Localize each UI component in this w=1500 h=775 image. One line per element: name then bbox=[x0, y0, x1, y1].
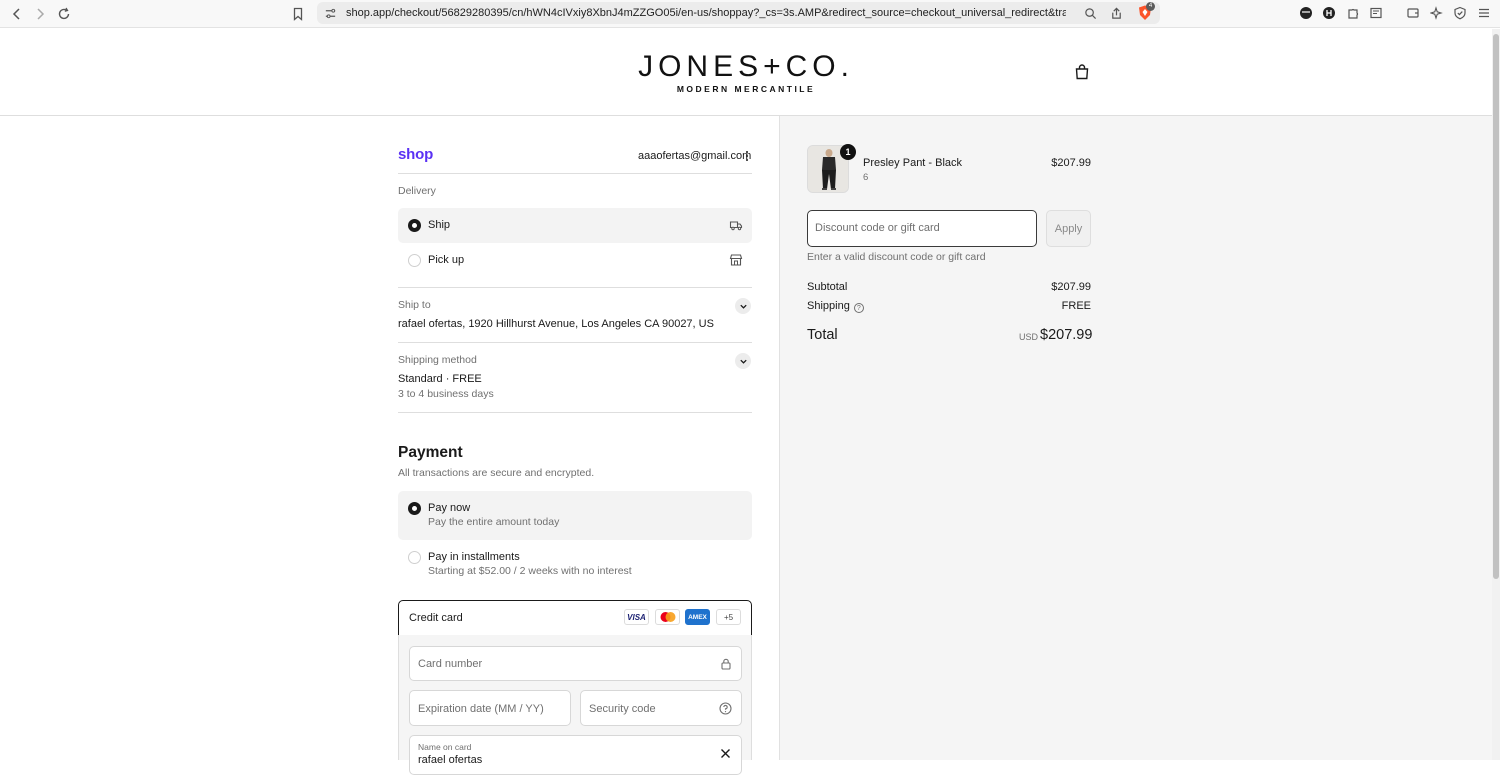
product-variant: 6 bbox=[863, 172, 869, 183]
delivery-label: Delivery bbox=[398, 185, 436, 197]
shield-badge: 4 bbox=[1146, 2, 1155, 11]
reload-icon[interactable] bbox=[53, 3, 75, 25]
visa-icon: VISA bbox=[624, 609, 649, 625]
clear-icon[interactable] bbox=[720, 748, 731, 759]
forward-icon[interactable] bbox=[29, 3, 51, 25]
scrollbar-thumb[interactable] bbox=[1493, 34, 1499, 579]
store-icon bbox=[729, 254, 743, 266]
leo-ai-icon[interactable] bbox=[1428, 4, 1446, 22]
ship-to-address: rafael ofertas, 1920 Hillhurst Avenue, L… bbox=[398, 318, 714, 330]
shipping-method-expand-button[interactable] bbox=[735, 353, 751, 369]
discount-code-placeholder: Discount code or gift card bbox=[815, 222, 940, 234]
product-price: $207.99 bbox=[1051, 157, 1091, 169]
total-value: $207.99 bbox=[1040, 327, 1093, 343]
name-on-card-label: Name on card bbox=[418, 742, 472, 752]
extensions-puzzle-icon[interactable] bbox=[1344, 4, 1362, 22]
card-number-placeholder: Card number bbox=[418, 658, 483, 670]
back-icon[interactable] bbox=[6, 3, 28, 25]
subtotal-label: Subtotal bbox=[807, 281, 848, 293]
installments-label: Pay in installments bbox=[428, 551, 520, 563]
store-logo[interactable]: JONES+CO. bbox=[0, 50, 1492, 84]
bookmark-icon[interactable] bbox=[287, 3, 309, 25]
share-icon[interactable] bbox=[1110, 7, 1123, 20]
divider bbox=[398, 287, 752, 288]
chevron-down-icon bbox=[739, 359, 747, 364]
name-on-card-value: rafael ofertas bbox=[418, 754, 483, 766]
expiry-placeholder: Expiration date (MM / YY) bbox=[418, 703, 544, 715]
divider bbox=[398, 342, 752, 343]
address-bar[interactable]: shop.app/checkout/56829280395/cn/hWN4cIV… bbox=[317, 2, 1160, 24]
shipping-value: FREE bbox=[1061, 300, 1091, 312]
shipping-label: Shipping bbox=[807, 300, 850, 312]
help-icon[interactable] bbox=[719, 702, 732, 715]
extension-incognito-icon[interactable] bbox=[1297, 4, 1315, 22]
subtotal-value: $207.99 bbox=[1051, 281, 1091, 293]
chevron-down-icon bbox=[739, 304, 747, 309]
card-number-field[interactable]: Card number bbox=[409, 646, 742, 681]
quantity-badge: 1 bbox=[840, 144, 856, 160]
shipping-info-icon[interactable]: ? bbox=[853, 303, 864, 313]
mastercard-icon bbox=[655, 609, 680, 625]
product-name: Presley Pant - Black bbox=[863, 157, 963, 169]
wallet-icon[interactable] bbox=[1404, 4, 1422, 22]
shipping-method-label: Shipping method bbox=[398, 354, 477, 366]
total-label: Total bbox=[807, 327, 838, 343]
divider bbox=[398, 412, 752, 413]
vpn-shield-icon[interactable] bbox=[1451, 4, 1469, 22]
payment-heading: Payment bbox=[398, 444, 463, 461]
shipping-method-value: Standard · FREE bbox=[398, 373, 482, 385]
ship-label: Ship bbox=[428, 219, 451, 231]
pickup-label: Pick up bbox=[428, 254, 465, 266]
payment-option-pay-now[interactable]: Pay now Pay the entire amount today bbox=[398, 491, 752, 540]
amex-icon: AMEX bbox=[685, 609, 710, 625]
pay-now-label: Pay now bbox=[428, 502, 471, 514]
truck-icon bbox=[729, 221, 743, 231]
page-scrollbar[interactable] bbox=[1492, 29, 1500, 760]
divider bbox=[398, 173, 752, 174]
security-code-field[interactable]: Security code bbox=[580, 690, 742, 726]
shipping-row: Shipping? bbox=[807, 300, 864, 313]
discount-hint: Enter a valid discount code or gift card bbox=[807, 251, 986, 263]
url-text: shop.app/checkout/56829280395/cn/hWN4cIV… bbox=[346, 7, 1066, 19]
delivery-option-ship[interactable]: Ship bbox=[398, 208, 752, 243]
browser-toolbar: shop.app/checkout/56829280395/cn/hWN4cIV… bbox=[0, 0, 1500, 28]
installments-radio[interactable] bbox=[408, 551, 421, 564]
pay-now-sub: Pay the entire amount today bbox=[428, 516, 560, 528]
more-cards-badge: +5 bbox=[716, 609, 741, 625]
apply-discount-button[interactable]: Apply bbox=[1046, 210, 1091, 247]
installments-sub: Starting at $52.00 / 2 weeks with no int… bbox=[428, 565, 632, 577]
menu-icon[interactable] bbox=[1475, 4, 1493, 22]
shopping-bag-icon[interactable] bbox=[1073, 63, 1091, 81]
shop-pay-logo: shop bbox=[398, 146, 434, 163]
pay-now-radio[interactable] bbox=[408, 502, 421, 515]
delivery-option-pickup[interactable]: Pick up bbox=[398, 243, 752, 278]
shipping-eta: 3 to 4 business days bbox=[398, 388, 494, 400]
extension-h-icon[interactable] bbox=[1320, 4, 1338, 22]
credit-card-label: Credit card bbox=[409, 612, 463, 624]
security-code-placeholder: Security code bbox=[589, 703, 656, 715]
payment-option-installments[interactable]: Pay in installments Starting at $52.00 /… bbox=[398, 540, 752, 589]
brave-shield-icon[interactable]: 4 bbox=[1136, 2, 1155, 22]
total-currency: USD bbox=[1018, 332, 1038, 342]
name-on-card-field[interactable]: Name on card rafael ofertas bbox=[409, 735, 742, 775]
ship-radio[interactable] bbox=[408, 219, 421, 232]
account-email: aaaofertas@gmail.com bbox=[638, 150, 752, 162]
lock-icon bbox=[721, 658, 731, 670]
zoom-icon[interactable] bbox=[1084, 7, 1097, 20]
site-settings-icon[interactable] bbox=[324, 7, 337, 20]
more-options-icon[interactable] bbox=[744, 150, 750, 162]
expiry-field[interactable]: Expiration date (MM / YY) bbox=[409, 690, 571, 726]
ship-to-label: Ship to bbox=[398, 299, 431, 311]
reader-mode-icon[interactable] bbox=[1367, 4, 1385, 22]
payment-subheading: All transactions are secure and encrypte… bbox=[398, 467, 595, 479]
pickup-radio[interactable] bbox=[408, 254, 421, 267]
store-tagline: MODERN MERCANTILE bbox=[676, 84, 816, 94]
site-header: JONES+CO. MODERN MERCANTILE bbox=[0, 29, 1492, 116]
ship-to-expand-button[interactable] bbox=[735, 298, 751, 314]
